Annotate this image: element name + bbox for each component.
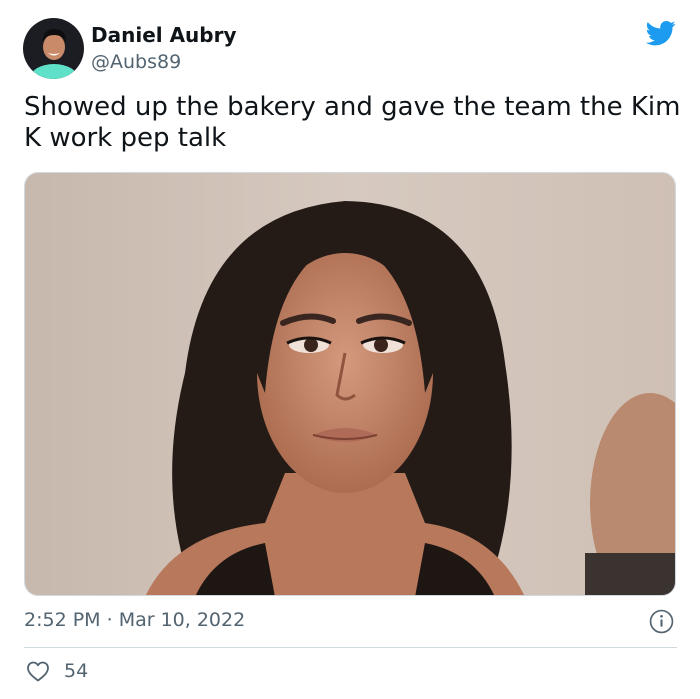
tweet-card: Daniel Aubry @Aubs89 Showed up the baker… — [0, 0, 700, 699]
avatar[interactable] — [23, 18, 84, 79]
like-count: 54 — [64, 660, 89, 682]
avatar-image — [23, 18, 84, 79]
tweet-date: Mar 10, 2022 — [118, 609, 246, 631]
author-handle[interactable]: @Aubs89 — [91, 51, 181, 73]
divider — [24, 647, 677, 648]
heart-icon[interactable] — [26, 660, 50, 682]
photo-image — [25, 173, 675, 595]
tweet-time: 2:52 PM — [24, 609, 101, 631]
tweet-timestamp[interactable]: 2:52 PM · Mar 10, 2022 — [24, 609, 245, 631]
like-button[interactable]: 54 — [26, 660, 88, 682]
author-name[interactable]: Daniel Aubry — [91, 23, 237, 47]
timestamp-separator: · — [100, 609, 119, 631]
tweet-text: Showed up the bakery and gave the team t… — [24, 92, 681, 153]
twitter-bird-icon[interactable] — [645, 18, 677, 48]
info-icon[interactable] — [649, 609, 674, 634]
tweet-photo[interactable] — [24, 172, 676, 596]
